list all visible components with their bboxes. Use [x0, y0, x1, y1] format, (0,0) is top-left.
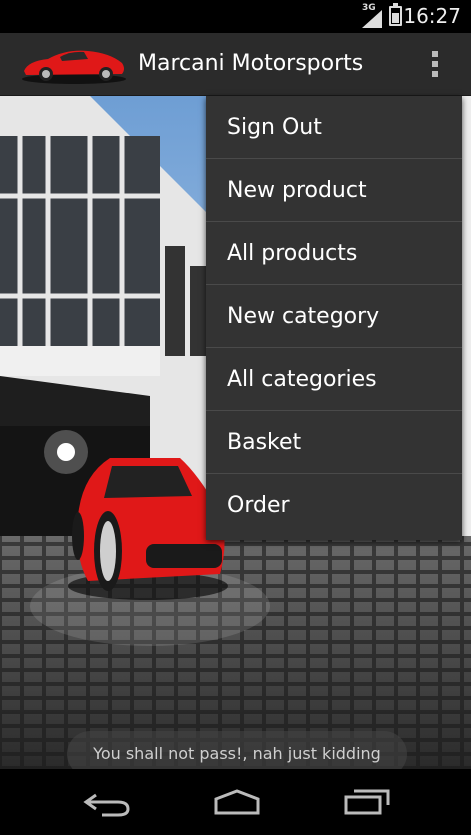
back-icon[interactable] — [82, 787, 132, 817]
menu-item-all-categories[interactable]: All categories — [206, 348, 462, 411]
status-bar: 3G 16:27 — [0, 0, 471, 33]
navigation-bar — [0, 769, 471, 835]
menu-item-new-category[interactable]: New category — [206, 285, 462, 348]
app-title: Marcani Motorsports — [138, 51, 364, 76]
car-logo-icon[interactable] — [18, 41, 130, 87]
menu-item-basket[interactable]: Basket — [206, 411, 462, 474]
menu-item-all-products[interactable]: All products — [206, 222, 462, 285]
more-vert-icon[interactable] — [425, 49, 445, 79]
overflow-menu: Sign Out New product All products New ca… — [206, 96, 462, 540]
menu-item-sign-out[interactable]: Sign Out — [206, 96, 462, 159]
toast-message: You shall not pass!, nah just kidding — [67, 731, 407, 769]
menu-item-new-product[interactable]: New product — [206, 159, 462, 222]
recents-icon[interactable] — [342, 787, 392, 817]
signal-icon — [362, 10, 382, 28]
battery-icon — [389, 3, 402, 26]
menu-item-order[interactable]: Order — [206, 474, 462, 537]
home-icon[interactable] — [212, 787, 262, 817]
clock: 16:27 — [403, 4, 461, 28]
action-bar: Marcani Motorsports — [0, 33, 471, 97]
